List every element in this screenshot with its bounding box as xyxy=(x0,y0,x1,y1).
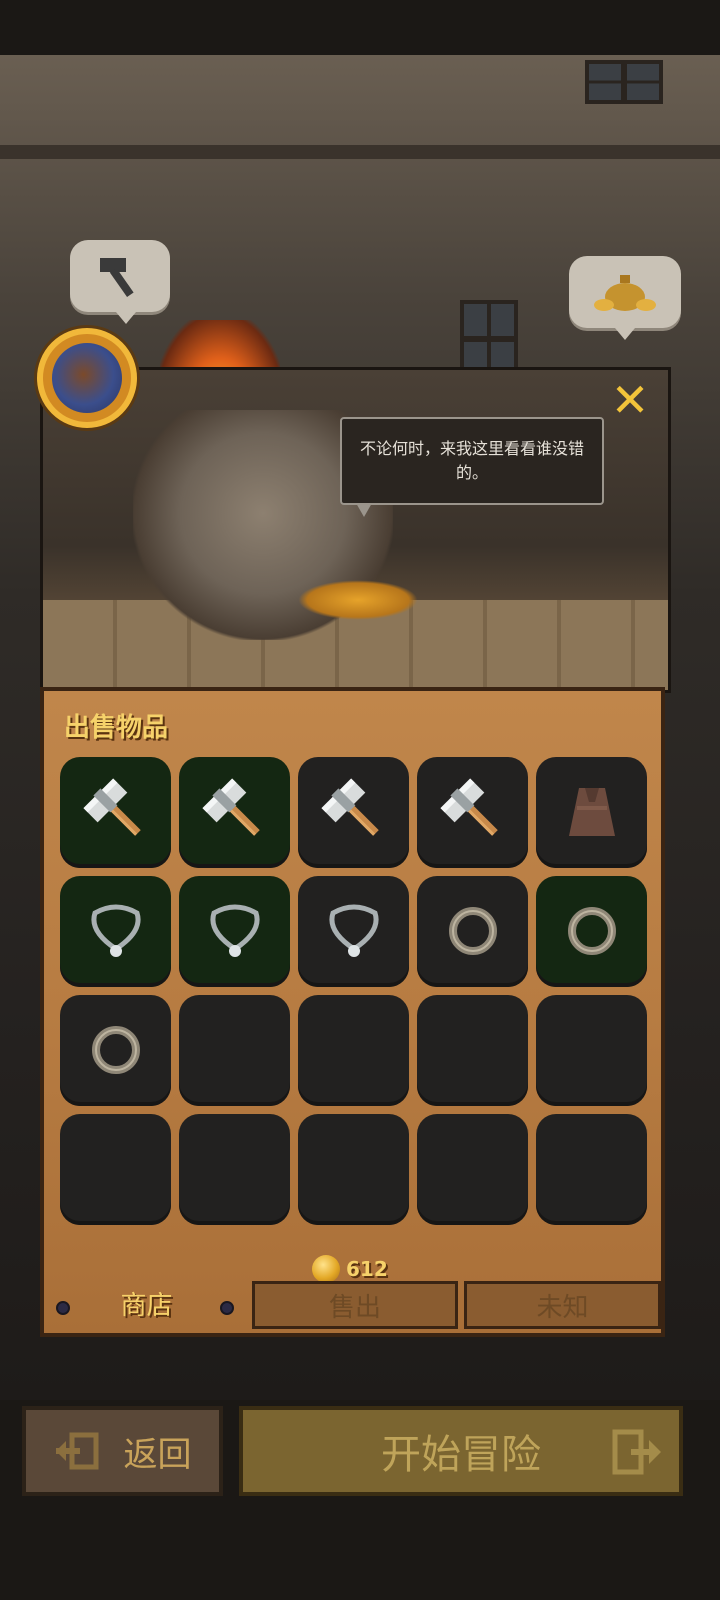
empty-slot[interactable] xyxy=(298,995,409,1106)
gold-sack-icon xyxy=(594,275,656,311)
merchant-portrait xyxy=(40,367,671,693)
ring-icon xyxy=(557,895,627,969)
empty-slot[interactable] xyxy=(417,995,528,1106)
merchant-bubble[interactable] xyxy=(569,256,681,340)
close-icon[interactable]: ✕ xyxy=(605,377,655,423)
tab-unknown[interactable]: 未知 xyxy=(464,1281,661,1329)
section-title: 出售物品 xyxy=(64,713,169,743)
empty-slot[interactable] xyxy=(536,995,647,1106)
item-slot[interactable] xyxy=(179,757,290,868)
building-window xyxy=(585,60,663,104)
tab-sell[interactable]: 售出 xyxy=(252,1281,458,1329)
exit-right-icon xyxy=(612,1429,661,1475)
empty-slot[interactable] xyxy=(60,1114,171,1225)
item-slot[interactable] xyxy=(179,876,290,987)
empty-slot[interactable] xyxy=(417,1114,528,1225)
item-slot[interactable] xyxy=(536,876,647,987)
ring-icon xyxy=(81,1014,151,1088)
item-slot[interactable] xyxy=(417,876,528,987)
hammer-icon xyxy=(200,776,270,850)
item-slot[interactable] xyxy=(417,757,528,868)
coin-pile xyxy=(298,580,418,620)
npc-speech-bubble: 不论何时，来我这里看看谁没错的。 xyxy=(340,417,604,517)
rivet xyxy=(56,1301,70,1315)
exit-left-icon xyxy=(55,1432,98,1470)
blacksmith-bubble[interactable] xyxy=(70,240,170,324)
item-slot[interactable] xyxy=(298,757,409,868)
hammer-icon xyxy=(100,258,134,298)
item-slot[interactable] xyxy=(60,757,171,868)
start-adventure-button[interactable]: 开始冒险 xyxy=(239,1406,683,1496)
item-slot[interactable] xyxy=(298,876,409,987)
necklace-icon xyxy=(200,895,270,969)
npc-dialogue: 不论何时，来我这里看看谁没错的。 xyxy=(359,439,584,482)
hammer-icon xyxy=(319,776,389,850)
merchant-emblem-icon xyxy=(52,343,122,413)
ring-icon xyxy=(438,895,508,969)
empty-slot[interactable] xyxy=(536,1114,647,1225)
shop-panel: 出售物品 612 商店 售出 未知 xyxy=(40,687,665,1337)
item-slot[interactable] xyxy=(60,995,171,1106)
hammer-icon xyxy=(81,776,151,850)
tab-shop[interactable]: 商店 xyxy=(44,1273,249,1333)
item-grid xyxy=(60,757,647,1225)
back-label: 返回 xyxy=(123,1434,192,1475)
rivet xyxy=(220,1301,234,1315)
empty-slot[interactable] xyxy=(179,995,290,1106)
start-label: 开始冒险 xyxy=(381,1432,541,1478)
hammer-icon xyxy=(438,776,508,850)
empty-slot[interactable] xyxy=(298,1114,409,1225)
merchant-badge xyxy=(37,328,137,428)
roof-beam xyxy=(0,145,720,159)
necklace-icon xyxy=(81,895,151,969)
back-button[interactable]: 返回 xyxy=(22,1406,223,1496)
cloak-icon xyxy=(557,776,627,850)
item-slot[interactable] xyxy=(536,757,647,868)
shop-tabs: 商店 售出 未知 xyxy=(44,1273,661,1333)
empty-slot[interactable] xyxy=(179,1114,290,1225)
necklace-icon xyxy=(319,895,389,969)
item-slot[interactable] xyxy=(60,876,171,987)
